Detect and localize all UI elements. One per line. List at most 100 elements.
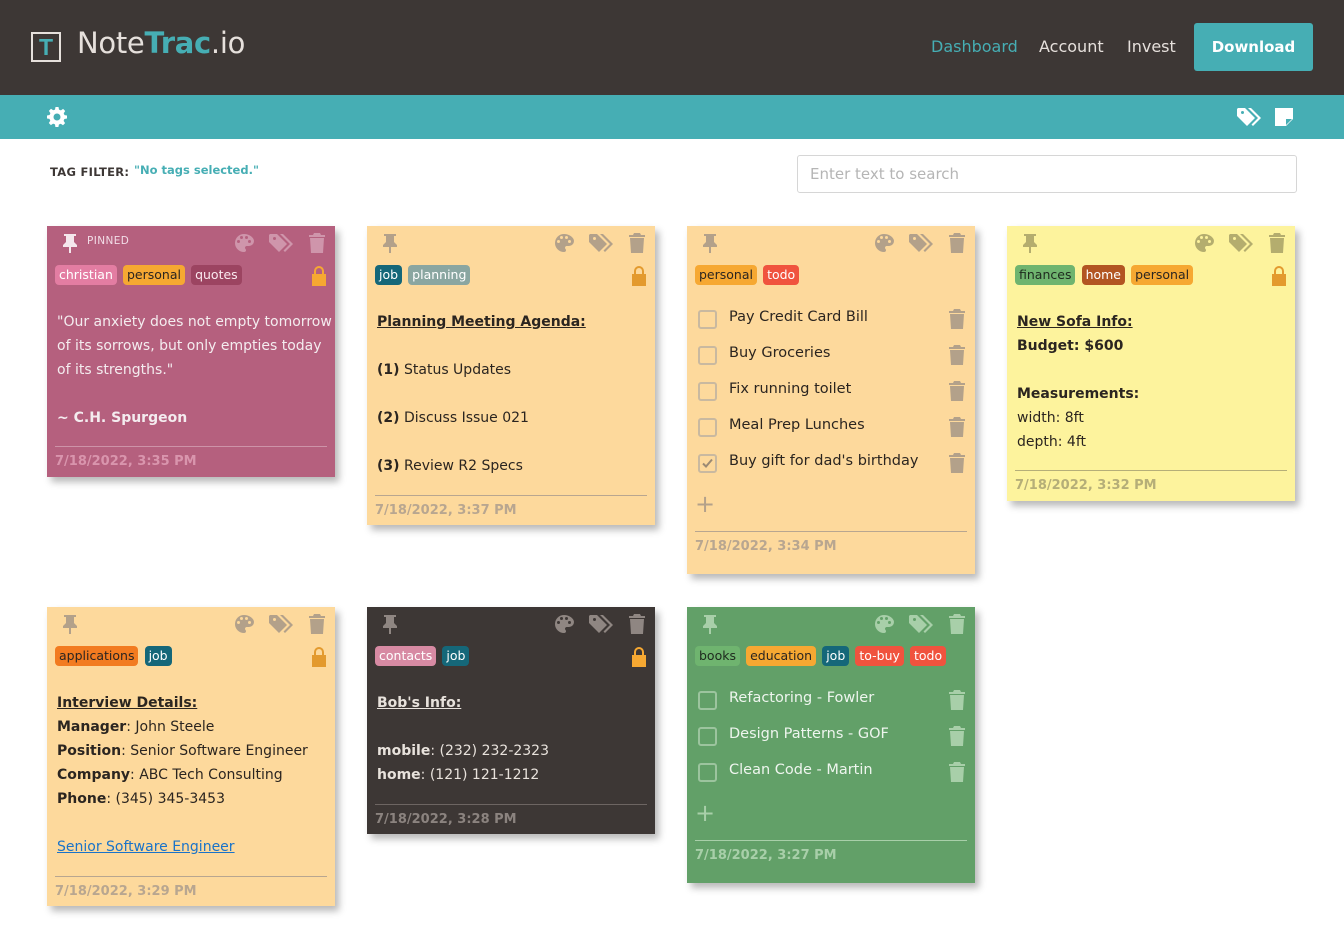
todo-checkbox[interactable] [698,310,717,329]
todo-checkbox-checked[interactable] [698,454,717,473]
tags-icon[interactable] [589,233,615,253]
trash-icon[interactable] [949,345,965,365]
gear-icon[interactable] [47,107,67,127]
trash-icon[interactable] [949,233,965,253]
tags-icon[interactable] [269,614,295,634]
todo-checkbox[interactable] [698,382,717,401]
note-card[interactable]: personal todo Pay Credit Card Bill Buy G… [687,226,975,574]
palette-icon[interactable] [874,233,894,253]
lock-icon[interactable] [311,647,327,667]
tag-planning[interactable]: planning [408,265,471,285]
tag-job[interactable]: job [442,646,470,666]
tag-personal[interactable]: personal [695,265,757,285]
trash-icon[interactable] [629,233,645,253]
job-link[interactable]: Senior Software Engineer [57,835,327,859]
nav-invest[interactable]: Invest [1127,37,1176,56]
pin-icon[interactable] [382,233,398,253]
tag-quotes[interactable]: quotes [191,265,242,285]
todo-text[interactable]: Meal Prep Lunches [729,417,865,433]
trash-icon[interactable] [949,417,965,437]
trash-icon[interactable] [309,614,325,634]
lock-icon[interactable] [631,266,647,286]
trash-icon[interactable] [949,453,965,473]
todo-text[interactable]: Clean Code - Martin [729,762,873,778]
todo-checkbox[interactable] [698,691,717,710]
lock-icon[interactable] [311,266,327,286]
palette-icon[interactable] [234,614,254,634]
tag-personal[interactable]: personal [122,265,185,285]
trash-icon[interactable] [949,381,965,401]
tag-todo[interactable]: todo [910,646,947,666]
lock-icon[interactable] [1271,266,1287,286]
trash-icon[interactable] [949,309,965,329]
note-body[interactable]: Bob's Info: mobile: (232) 232-2323 home:… [375,691,647,787]
trash-icon[interactable] [949,690,965,710]
pin-icon[interactable] [702,233,718,253]
tags-icon[interactable] [909,233,935,253]
add-todo-button[interactable]: + [695,488,967,524]
trash-icon[interactable] [309,233,325,253]
todo-text[interactable]: Buy gift for dad's birthday [729,453,918,469]
trash-icon[interactable] [629,614,645,634]
pin-icon[interactable] [62,614,78,634]
tag-home[interactable]: home [1081,265,1125,285]
tag-contacts[interactable]: contacts [375,646,437,666]
tags-icon[interactable] [589,614,615,634]
todo-checkbox[interactable] [698,763,717,782]
tag-personal[interactable]: personal [1131,265,1194,285]
palette-icon[interactable] [1194,233,1214,253]
tag-books[interactable]: books [695,646,740,666]
todo-text[interactable]: Design Patterns - GOF [729,726,889,742]
note-card[interactable]: PINNED christian personal quotes "Our an… [47,226,335,477]
tag-job[interactable]: job [144,646,172,666]
pin-icon[interactable] [382,614,398,634]
tag-to-buy[interactable]: to-buy [855,646,904,666]
trash-icon[interactable] [949,726,965,746]
palette-icon[interactable] [554,614,574,634]
todo-text[interactable]: Refactoring - Fowler [729,690,874,706]
note-body[interactable]: New Sofa Info: Budget: $600 Measurements… [1015,310,1287,454]
new-note-icon[interactable] [1275,108,1293,126]
tag-todo[interactable]: todo [763,265,800,285]
pin-icon[interactable] [1022,233,1038,253]
todo-checkbox[interactable] [698,418,717,437]
note-card[interactable]: contacts job Bob's Info: mobile: (232) 2… [367,607,655,834]
trash-icon[interactable] [1269,233,1285,253]
note-body[interactable]: "Our anxiety does not empty tomorrow of … [55,310,332,430]
note-card[interactable]: applications job Interview Details: Mana… [47,607,335,906]
pin-icon[interactable] [702,614,718,634]
note-body[interactable]: Planning Meeting Agenda: (1) Status Upda… [375,310,647,478]
tags-icon[interactable] [1237,107,1263,127]
todo-checkbox[interactable] [698,346,717,365]
tag-finances[interactable]: finances [1015,265,1076,285]
logo-text[interactable]: NoteTrac.io [77,26,245,60]
trash-icon[interactable] [949,762,965,782]
todo-text[interactable]: Buy Groceries [729,345,830,361]
pin-icon[interactable] [62,233,78,253]
add-todo-button[interactable]: + [695,797,967,833]
note-card[interactable]: job planning Planning Meeting Agenda: (1… [367,226,655,525]
search-input[interactable] [797,155,1297,193]
tags-icon[interactable] [1229,233,1255,253]
tag-job[interactable]: job [822,646,850,666]
todo-text[interactable]: Pay Credit Card Bill [729,309,868,325]
note-card[interactable]: books education job to-buy todo Refactor… [687,607,975,883]
tags-icon[interactable] [269,233,295,253]
todo-checkbox[interactable] [698,727,717,746]
download-button[interactable]: Download [1194,23,1313,71]
nav-account[interactable]: Account [1039,37,1104,56]
trash-icon[interactable] [949,614,965,634]
palette-icon[interactable] [234,233,254,253]
tag-education[interactable]: education [746,646,817,666]
lock-icon[interactable] [631,647,647,667]
todo-text[interactable]: Fix running toilet [729,381,851,397]
palette-icon[interactable] [874,614,894,634]
note-card[interactable]: finances home personal New Sofa Info: Bu… [1007,226,1295,501]
tag-christian[interactable]: christian [55,265,117,285]
tags-icon[interactable] [909,614,935,634]
note-body[interactable]: Interview Details: Manager: John Steele … [55,691,327,859]
palette-icon[interactable] [554,233,574,253]
nav-dashboard[interactable]: Dashboard [931,37,1018,56]
tag-job[interactable]: job [375,265,403,285]
tag-applications[interactable]: applications [55,646,139,666]
